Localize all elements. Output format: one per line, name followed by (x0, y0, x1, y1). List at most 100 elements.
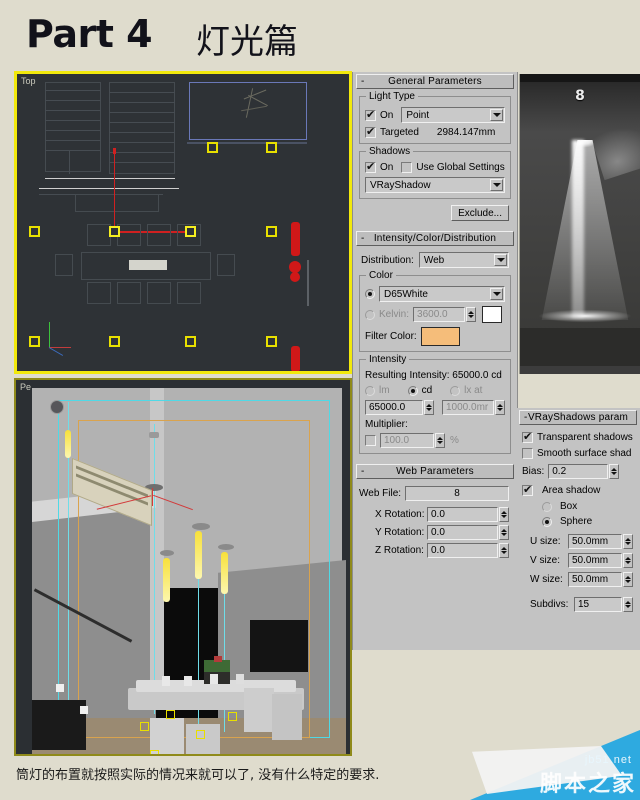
light-marker[interactable] (29, 336, 40, 347)
x-rotation-field[interactable]: 0.0 (427, 507, 498, 522)
color-preset-value: D65White (384, 288, 428, 300)
x-rotation-spinner[interactable] (499, 507, 509, 522)
light-on-checkbox[interactable] (365, 108, 376, 121)
shadow-type-dropdown[interactable]: VRayShadow (365, 177, 505, 193)
filter-color-swatch[interactable] (420, 327, 460, 346)
intensity-spinner[interactable] (424, 400, 434, 415)
rollout-web-parameters[interactable]: - Web Parameters (356, 464, 514, 479)
x-rotation-label: X Rotation: (375, 509, 425, 520)
light-marker[interactable] (266, 226, 277, 237)
rollout-vrayshadows-params[interactable]: - VRayShadows param (519, 410, 637, 425)
percent-symbol: % (450, 435, 459, 446)
bias-spinner[interactable] (609, 464, 620, 479)
distribution-dropdown[interactable]: Web (418, 252, 509, 268)
light-marker[interactable] (166, 710, 175, 719)
area-shadow-checkbox[interactable] (522, 483, 533, 496)
subdivs-field[interactable]: 15 (574, 597, 622, 612)
viewport-perspective-content (32, 388, 346, 754)
light-marker[interactable] (228, 712, 237, 721)
kelvin-color-swatch[interactable] (482, 306, 503, 323)
light-marker[interactable] (266, 142, 277, 153)
light-marker[interactable] (109, 336, 120, 347)
multiplier-field[interactable]: 100.0 (380, 433, 434, 448)
v-size-spinner[interactable] (623, 553, 633, 568)
viewport-perspective[interactable]: Pe (14, 378, 352, 756)
light-marker-selected[interactable] (185, 226, 196, 237)
y-rotation-field[interactable]: 0.0 (427, 525, 498, 540)
light-marker[interactable] (140, 722, 149, 731)
subdivs-spinner[interactable] (623, 597, 633, 612)
rollout-title: General Parameters (388, 76, 482, 87)
shadow-type-value: VRayShadow (370, 179, 431, 191)
targeted-distance-value: 2984.147mm (436, 127, 496, 138)
rollout-title: Intensity/Color/Distribution (373, 233, 497, 244)
w-size-spinner[interactable] (623, 572, 633, 587)
light-type-dropdown[interactable]: Point (401, 107, 505, 123)
watermark-url: jb51.net (584, 754, 632, 766)
distribution-label: Distribution: (361, 254, 414, 266)
z-rotation-spinner[interactable] (499, 543, 509, 558)
collapse-icon[interactable]: - (524, 412, 527, 424)
kelvin-spinner[interactable] (466, 307, 477, 322)
intensity-value-field[interactable]: 65000.0 (365, 400, 423, 415)
z-rotation-field[interactable]: 0.0 (427, 543, 498, 558)
transparent-shadows-checkbox[interactable] (522, 430, 533, 443)
group-label: Intensity (366, 354, 410, 365)
v-size-field[interactable]: 50.0mm (568, 553, 622, 568)
light-marker-selected[interactable] (109, 226, 120, 237)
rollout-intensity-color-distribution[interactable]: - Intensity/Color/Distribution (356, 231, 514, 246)
light-beam (65, 430, 71, 458)
multiplier-checkbox[interactable] (365, 435, 376, 446)
unit-cd-label: cd (421, 385, 433, 396)
web-file-button[interactable]: 8 (405, 486, 509, 501)
unit-lx-radio[interactable] (450, 385, 461, 396)
w-size-field[interactable]: 50.0mm (568, 572, 622, 587)
collapse-icon[interactable]: - (361, 466, 364, 478)
light-marker[interactable] (150, 750, 159, 754)
viewport-top-content (17, 74, 349, 371)
light-marker[interactable] (207, 142, 218, 153)
light-marker[interactable] (266, 336, 277, 347)
u-size-field[interactable]: 50.0mm (568, 534, 622, 549)
kelvin-radio[interactable] (365, 309, 375, 320)
bias-field[interactable]: 0.2 (548, 464, 609, 479)
multiplier-spinner[interactable] (435, 433, 445, 448)
rollout-general-parameters[interactable]: - General Parameters (356, 74, 514, 89)
unit-cd-radio[interactable] (407, 385, 418, 396)
group-label: Light Type (366, 91, 418, 102)
kelvin-label: Kelvin: (379, 309, 410, 320)
chevron-down-icon[interactable] (494, 254, 507, 266)
color-preset-dropdown[interactable]: D65White (379, 286, 505, 302)
color-preset-radio[interactable] (365, 289, 375, 299)
shape-box-label: Box (560, 501, 578, 512)
light-beam (195, 531, 202, 579)
light-marker[interactable] (29, 226, 40, 237)
exclude-button[interactable]: Exclude... (451, 205, 509, 221)
targeted-checkbox[interactable] (365, 125, 376, 138)
smooth-surface-shadows-checkbox[interactable] (522, 448, 533, 459)
light-marker[interactable] (185, 336, 196, 347)
chevron-down-icon[interactable] (490, 109, 503, 121)
preview-light-core (572, 140, 584, 318)
use-global-settings-label: Use Global Settings (416, 162, 505, 173)
u-size-spinner[interactable] (623, 534, 633, 549)
viewport-top[interactable]: Top (14, 71, 352, 374)
page-title-part: Part 4 (26, 12, 153, 56)
collapse-icon[interactable]: - (361, 76, 364, 88)
shape-box-radio[interactable] (542, 501, 552, 512)
shadows-on-checkbox[interactable] (365, 160, 376, 173)
kelvin-field[interactable]: 3600.0 (413, 307, 466, 322)
multiplier-label: Multiplier: (365, 419, 408, 430)
use-global-settings-checkbox[interactable] (401, 162, 413, 173)
chevron-down-icon[interactable] (490, 179, 503, 191)
chevron-down-icon[interactable] (490, 288, 503, 300)
shape-sphere-radio[interactable] (542, 516, 552, 527)
group-shadows: Shadows On Use Global Settings VRayShado… (359, 146, 511, 199)
unit-lm-radio[interactable] (365, 385, 375, 396)
collapse-icon[interactable]: - (361, 233, 364, 245)
light-marker[interactable] (196, 730, 205, 739)
y-rotation-spinner[interactable] (499, 525, 509, 540)
lx-distance-spinner[interactable] (495, 400, 505, 415)
page-caption: 筒灯的布置就按照实际的情况来就可以了, 没有什么特定的要求. (16, 768, 380, 783)
lx-distance-field[interactable]: 1000.0mr (442, 400, 494, 415)
